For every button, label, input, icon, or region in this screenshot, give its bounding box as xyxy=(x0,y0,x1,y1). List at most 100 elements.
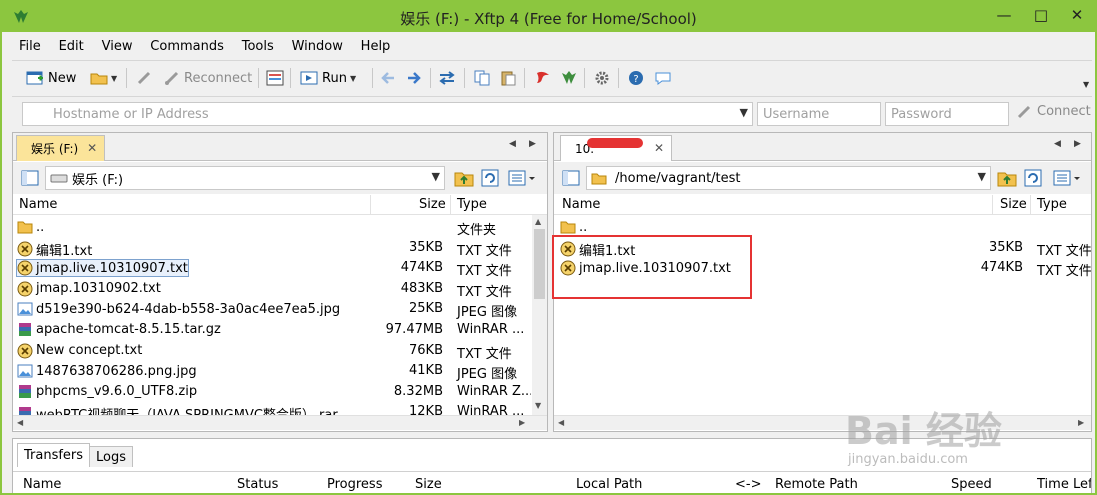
local-file-row[interactable]: New concept.txt 76KB TXT 文件 xyxy=(13,341,531,362)
transfer-col-speed[interactable]: Speed xyxy=(951,477,992,492)
properties-button[interactable] xyxy=(266,66,284,90)
local-file-row[interactable]: jmap.10310902.txt 483KB TXT 文件 xyxy=(13,279,531,300)
sync-button[interactable] xyxy=(438,66,456,90)
transfer-col-remote-path[interactable]: Remote Path xyxy=(775,477,858,492)
arrow-left-icon xyxy=(381,72,394,84)
scroll-down-icon[interactable]: ▼ xyxy=(535,401,541,410)
local-path-dropdown-icon[interactable]: ▼ xyxy=(432,170,440,183)
close-icon[interactable]: ✕ xyxy=(654,141,664,155)
remote-tree-toggle-icon[interactable] xyxy=(560,167,582,189)
scroll-left-icon[interactable]: ◀ xyxy=(17,418,23,427)
copy-button[interactable] xyxy=(474,66,490,90)
back-button[interactable] xyxy=(380,66,396,90)
close-button[interactable]: ✕ xyxy=(1060,4,1094,26)
menu-commands[interactable]: Commands xyxy=(143,36,231,58)
remote-path-dropdown-icon[interactable]: ▼ xyxy=(978,170,986,183)
local-file-row[interactable]: apache-tomcat-8.5.15.tar.gz 97.47MB WinRAR… xyxy=(13,320,531,341)
reconnect-button[interactable]: Reconnect xyxy=(164,66,252,90)
tab-prev-icon[interactable]: ◀ xyxy=(509,139,516,149)
password-input[interactable] xyxy=(886,103,1004,125)
scroll-up-icon[interactable]: ▲ xyxy=(535,217,541,226)
scroll-right-icon[interactable]: ▶ xyxy=(519,418,525,427)
local-tab[interactable]: 娱乐 (F:) ✕ xyxy=(16,135,106,161)
local-horizontal-scrollbar[interactable]: ◀ ▶ xyxy=(13,415,547,430)
help-icon: ? xyxy=(629,71,643,85)
help-button[interactable]: ? xyxy=(628,66,644,90)
options-button[interactable] xyxy=(594,66,610,90)
open-folder-button[interactable]: ▼ xyxy=(90,66,117,90)
connect-button[interactable]: Connect xyxy=(1017,104,1091,119)
menu-edit[interactable]: Edit xyxy=(52,36,91,58)
local-file-row[interactable]: jmap.live.10310907.txt 474KB TXT 文件 xyxy=(13,258,531,279)
tab-transfers[interactable]: Transfers xyxy=(17,443,91,467)
username-input[interactable] xyxy=(758,103,876,125)
paste-button[interactable] xyxy=(500,66,516,90)
xftp-button[interactable] xyxy=(560,66,578,90)
host-dropdown-icon[interactable]: ▼ xyxy=(740,106,748,119)
remote-col-name[interactable]: Name xyxy=(562,197,600,212)
scroll-right-icon[interactable]: ▶ xyxy=(1078,418,1084,427)
tab-next-icon[interactable]: ▶ xyxy=(1074,139,1081,149)
folder-icon xyxy=(17,221,33,234)
host-input[interactable] xyxy=(23,103,723,125)
local-file-row[interactable]: d519e390-b624-4dab-b558-3a0ac4ee7ea5.jpg… xyxy=(13,299,531,320)
local-col-name[interactable]: Name xyxy=(19,197,57,212)
transfer-col-time-left[interactable]: Time Left xyxy=(1037,477,1091,492)
tab-transfers-label: Transfers xyxy=(24,448,84,463)
run-dropdown-caret-icon[interactable]: ▼ xyxy=(350,74,356,83)
minimize-button[interactable]: — xyxy=(987,4,1021,26)
refresh-icon[interactable] xyxy=(479,167,501,189)
menu-window[interactable]: Window xyxy=(285,36,350,58)
new-button[interactable]: New xyxy=(26,66,76,90)
menu-tools[interactable]: Tools xyxy=(235,36,281,58)
local-file-row[interactable]: 1487638706286.png.jpg 41KB JPEG 图像 xyxy=(13,361,531,382)
view-mode-icon[interactable] xyxy=(507,167,537,189)
parent-folder-icon[interactable] xyxy=(996,167,1018,189)
transfer-col-direction[interactable]: <-> xyxy=(735,477,761,492)
menu-help[interactable]: Help xyxy=(354,36,398,58)
tab-logs[interactable]: Logs xyxy=(89,446,133,467)
menu-view[interactable]: View xyxy=(95,36,140,58)
transfer-col-progress[interactable]: Progress xyxy=(327,477,382,492)
local-path-combo[interactable]: 娱乐 (F:) ▼ xyxy=(45,166,445,190)
tab-prev-icon[interactable]: ◀ xyxy=(1054,139,1061,149)
tab-next-icon[interactable]: ▶ xyxy=(529,139,536,149)
scroll-left-icon[interactable]: ◀ xyxy=(558,418,564,427)
username-field[interactable] xyxy=(757,102,881,126)
remote-horizontal-scrollbar[interactable]: ◀ ▶ xyxy=(554,415,1091,430)
local-tree-toggle-icon[interactable] xyxy=(19,167,41,189)
view-mode-icon[interactable] xyxy=(1052,167,1082,189)
remote-path-combo[interactable]: /home/vagrant/test ▼ xyxy=(586,166,991,190)
feedback-button[interactable] xyxy=(654,66,672,90)
transfer-col-status[interactable]: Status xyxy=(237,477,278,492)
refresh-icon[interactable] xyxy=(1022,167,1044,189)
local-col-size[interactable]: Size xyxy=(419,197,446,212)
remote-col-size[interactable]: Size xyxy=(1000,197,1027,212)
run-button[interactable]: Run ▼ xyxy=(300,66,356,90)
local-file-row[interactable]: .. 文件夹 xyxy=(13,217,531,238)
transfer-col-size[interactable]: Size xyxy=(415,477,442,492)
local-file-row[interactable]: 编辑1.txt 35KB TXT 文件 xyxy=(13,238,531,259)
toolbar-overflow-button[interactable]: ▼ xyxy=(1080,72,1089,96)
disconnect-button[interactable] xyxy=(136,66,152,90)
local-file-row[interactable]: phpcms_v9.6.0_UTF8.zip 8.32MB WinRAR Z... xyxy=(13,382,531,403)
toolbar: New ▼ Reconnect Run ▼ ? ▼ xyxy=(22,66,1092,92)
parent-folder-icon[interactable] xyxy=(453,167,475,189)
forward-button[interactable] xyxy=(406,66,422,90)
host-field[interactable]: ▼ xyxy=(22,102,753,126)
transfer-col-name[interactable]: Name xyxy=(23,477,61,492)
local-col-type[interactable]: Type xyxy=(457,197,487,212)
scroll-thumb[interactable] xyxy=(534,229,545,299)
transfer-column-header: Name Status Progress Size Local Path <->… xyxy=(13,471,1091,493)
open-dropdown-caret-icon[interactable]: ▼ xyxy=(111,74,117,83)
maximize-button[interactable]: □ xyxy=(1024,4,1058,26)
transfer-col-local-path[interactable]: Local Path xyxy=(576,477,642,492)
remote-col-type[interactable]: Type xyxy=(1037,197,1067,212)
file-name-text: d519e390-b624-4dab-b558-3a0ac4ee7ea5.jpg xyxy=(36,301,341,317)
local-vertical-scrollbar[interactable]: ▲ ▼ xyxy=(532,215,547,415)
remote-pathbar: /home/vagrant/test ▼ xyxy=(554,162,1091,194)
password-field[interactable] xyxy=(885,102,1009,126)
close-icon[interactable]: ✕ xyxy=(87,141,97,155)
menu-file[interactable]: File xyxy=(12,36,48,58)
xshell-button[interactable] xyxy=(534,66,552,90)
